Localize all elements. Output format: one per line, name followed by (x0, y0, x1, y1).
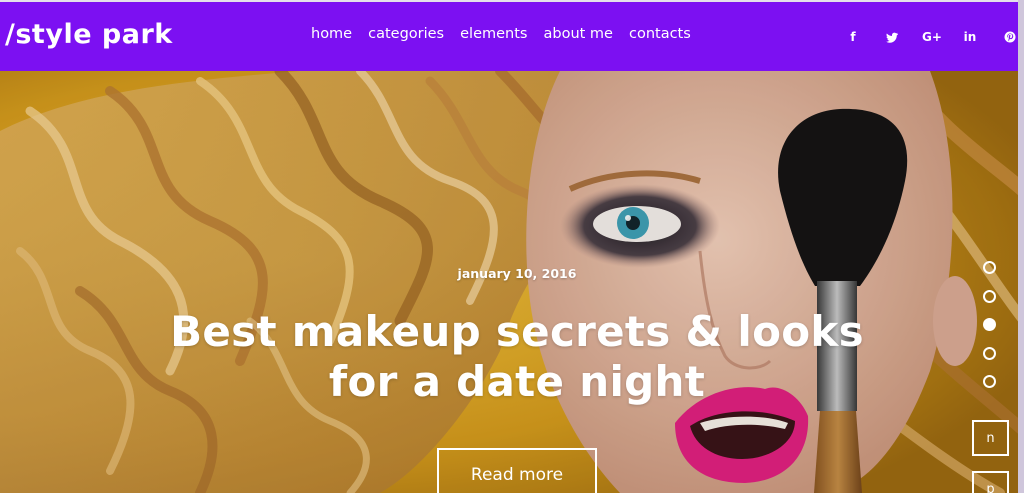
google-plus-icon[interactable]: G+ (920, 26, 944, 48)
hero-slide: january 10, 2016 Best makeup secrets & l… (0, 71, 1024, 493)
facebook-icon[interactable]: f (843, 26, 863, 48)
post-date: january 10, 2016 (457, 266, 577, 281)
pinterest-p-icon (1004, 31, 1016, 43)
nav-home[interactable]: home (311, 24, 352, 44)
read-more-button[interactable]: Read more (437, 448, 597, 493)
nav-elements[interactable]: elements (460, 24, 527, 44)
nav-categories[interactable]: categories (368, 24, 444, 44)
slider-dot-5[interactable] (983, 375, 996, 388)
slider-pagination (983, 261, 997, 404)
nav-contacts[interactable]: contacts (629, 24, 691, 44)
twitter-bird-icon (886, 32, 898, 43)
slider-dot-3[interactable] (983, 318, 996, 331)
page: /style park home categories elements abo… (0, 0, 1024, 493)
main-nav: home categories elements about me contac… (311, 24, 691, 44)
slider-next-button[interactable]: n (972, 420, 1009, 456)
twitter-icon[interactable] (881, 26, 903, 48)
slider-prev-button[interactable]: p (972, 471, 1009, 493)
linkedin-icon[interactable]: in (960, 26, 980, 48)
pinterest-icon[interactable] (1000, 26, 1020, 48)
slider-dot-4[interactable] (983, 346, 996, 360)
slider-dot-2[interactable] (983, 289, 996, 303)
post-title[interactable]: Best makeup secrets & looks for a date n… (160, 307, 874, 407)
nav-about-me[interactable]: about me (543, 24, 613, 44)
site-header: /style park home categories elements abo… (0, 0, 1024, 71)
hero-background-image (0, 71, 1024, 493)
scrollbar[interactable] (1018, 0, 1024, 493)
site-logo[interactable]: /style park (5, 18, 173, 52)
slider-dot-1[interactable] (983, 261, 996, 274)
